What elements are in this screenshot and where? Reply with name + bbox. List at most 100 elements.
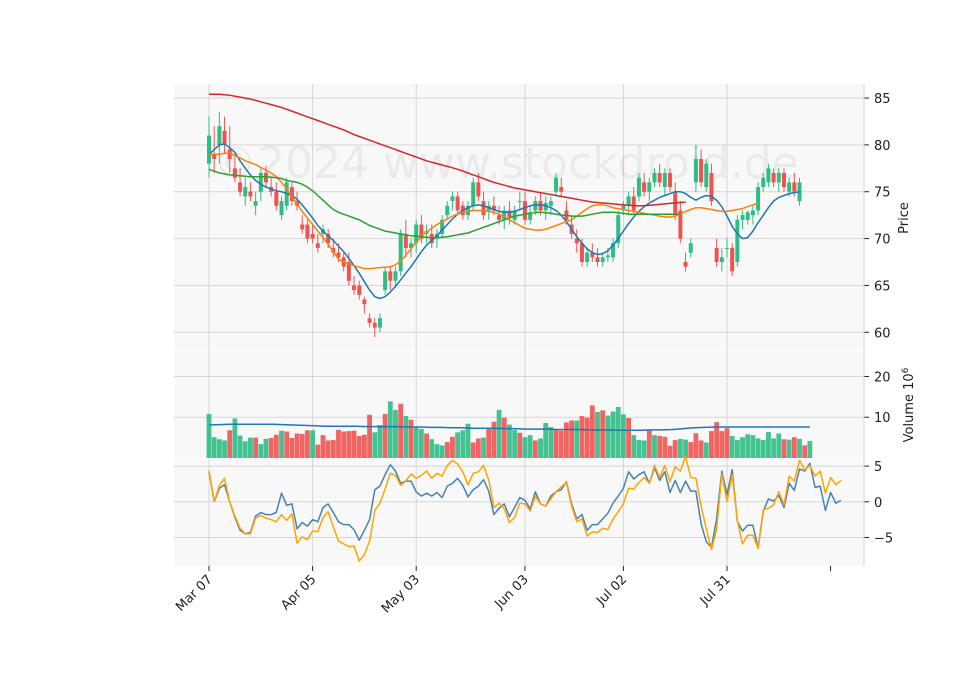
volume-bar	[584, 417, 590, 458]
volume-bar	[341, 431, 347, 458]
volume-bar	[724, 428, 730, 458]
volume-bar	[367, 414, 372, 458]
candle-body	[688, 243, 693, 253]
volume-bar	[698, 440, 704, 458]
x-tick-label: Jun 03	[492, 572, 532, 612]
candle-body	[445, 205, 450, 216]
volume-axis-label-exp: 6	[901, 367, 911, 373]
volume-bar	[600, 410, 606, 458]
volume-bar	[610, 411, 616, 458]
volume-bar	[538, 438, 543, 458]
volume-bar	[325, 440, 331, 458]
volume-bar	[206, 413, 212, 458]
volume-bar	[683, 439, 688, 458]
volume-bar	[564, 422, 569, 458]
candle-body	[263, 173, 268, 183]
volume-bar	[517, 432, 523, 458]
volume-bar	[299, 433, 305, 458]
volume-bar	[258, 444, 264, 458]
candle-body	[476, 182, 481, 197]
candle-body	[771, 173, 776, 183]
volume-bar	[450, 436, 455, 458]
volume-bar	[543, 422, 549, 458]
price-y-tick-label: 80	[874, 139, 891, 154]
volume-bar	[263, 438, 269, 458]
candle-body	[756, 187, 761, 211]
candle-body	[450, 196, 455, 202]
volume-y-tick-label: 20	[874, 370, 891, 385]
volume-bar	[781, 439, 787, 458]
candle-body	[243, 187, 248, 197]
candle-body	[725, 247, 729, 249]
volume-bar	[351, 430, 357, 458]
volume-bar	[330, 440, 336, 458]
candle-body	[776, 173, 781, 183]
oscillator-y-tick-label: 0	[874, 496, 882, 511]
volume-bar	[672, 440, 678, 458]
volume-bar	[253, 437, 259, 458]
volume-bar	[382, 413, 388, 458]
volume-bar	[646, 429, 652, 458]
candle-body	[652, 173, 657, 183]
volume-bar	[372, 432, 378, 458]
volume-bar	[527, 435, 533, 458]
candle-body	[222, 130, 227, 145]
candle-body	[315, 243, 320, 248]
x-tick-label: Apr 05	[278, 572, 319, 613]
candle-body	[735, 219, 740, 262]
candle-body	[636, 177, 641, 197]
volume-bar	[315, 444, 321, 458]
candle-body	[683, 262, 688, 267]
candle-body	[481, 201, 486, 216]
volume-bar	[465, 423, 471, 458]
volume-bar	[320, 435, 326, 458]
candle-body	[719, 257, 724, 262]
price-y-tick-label: 75	[874, 186, 891, 201]
volume-bar	[294, 433, 300, 458]
volume-bar	[496, 409, 502, 458]
candle-body	[377, 318, 382, 328]
stock-chart: ©2024 www.stockdroid.de Mar 07 Apr 05 May …	[173, 84, 917, 616]
volume-bar	[486, 429, 492, 458]
volume-bar	[211, 437, 217, 458]
candle-body	[585, 252, 590, 262]
volume-bar	[248, 437, 253, 458]
candle-body	[626, 196, 631, 206]
volume-bar	[532, 440, 538, 458]
candle-body	[554, 177, 559, 192]
candle-body	[471, 182, 476, 206]
volume-bar	[408, 419, 414, 458]
volume-axis-label: Volume 106	[901, 367, 917, 442]
candle-body	[600, 257, 605, 262]
candle-body	[403, 233, 408, 248]
candle-body	[497, 215, 502, 220]
candle-body	[522, 201, 527, 220]
volume-bar	[657, 435, 663, 458]
volume-bar	[745, 434, 751, 458]
candle-body	[232, 168, 237, 178]
candle-body	[740, 215, 745, 220]
candle-body	[704, 163, 709, 188]
volume-bar	[289, 438, 295, 458]
volume-bar	[424, 433, 429, 458]
volume-bar	[553, 429, 559, 458]
candle-body	[352, 285, 357, 291]
candle-body	[750, 210, 755, 216]
candle-body	[372, 322, 377, 328]
volume-bar	[481, 437, 486, 458]
volume-bar	[387, 401, 393, 458]
volume-bar	[305, 430, 310, 458]
candle-body	[357, 285, 362, 295]
candle-body	[398, 233, 403, 272]
candle-body	[781, 173, 786, 188]
price-y-tick-label: 65	[874, 279, 891, 294]
volume-bar	[569, 420, 574, 458]
price-y-tick-label: 60	[874, 326, 891, 341]
volume-bar	[548, 427, 554, 458]
volume-bar	[237, 435, 243, 458]
candle-body	[668, 173, 673, 188]
volume-bar	[242, 441, 248, 458]
volume-bar	[776, 433, 782, 458]
volume-bar	[413, 427, 419, 458]
candle-body	[207, 135, 211, 164]
